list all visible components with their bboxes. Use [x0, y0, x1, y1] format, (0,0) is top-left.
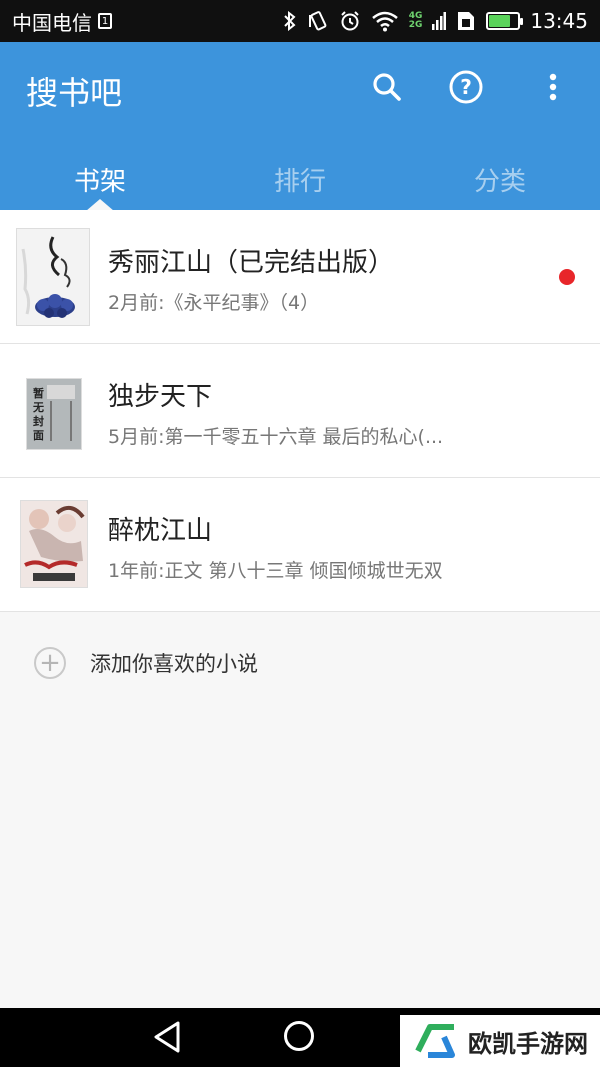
- bluetooth-icon: [283, 11, 297, 31]
- add-glyph: +: [39, 648, 61, 678]
- home-button[interactable]: [284, 1021, 314, 1051]
- battery-fill: [489, 15, 511, 27]
- sim-label: 1: [101, 15, 109, 27]
- more-options-button[interactable]: [528, 62, 578, 112]
- book-item[interactable]: 秀丽江山（已完结出版） 2月前:《永平纪事》（4）: [0, 210, 600, 344]
- book-item[interactable]: 暂 无 封 面 独步天下 5月前:第一千零五十六章 最后的私心(...: [0, 344, 600, 478]
- watermark-label: 欧凯手游网: [468, 1029, 588, 1058]
- battery-icon: [486, 12, 524, 30]
- search-button[interactable]: [362, 62, 412, 112]
- cover-placeholder-line-1: 暂: [33, 386, 44, 400]
- book-cover: [20, 500, 88, 588]
- update-indicator-dot: [559, 269, 575, 285]
- carrier-label: 中国电信: [12, 10, 92, 35]
- add-novel-label: 添加你喜欢的小说: [90, 652, 258, 676]
- help-glyph: ?: [460, 75, 472, 99]
- cover-placeholder-line-4: 面: [33, 429, 44, 442]
- tab-category[interactable]: 分类: [400, 148, 600, 210]
- book-title: 独步天下: [108, 382, 213, 412]
- alarm-icon: [339, 10, 361, 32]
- more-vert-icon: [549, 73, 557, 101]
- bookshelf-list: 秀丽江山（已完结出版） 2月前:《永平纪事》（4） 暂 无 封 面 独步天下 5…: [0, 210, 600, 716]
- back-triangle-icon: [154, 1021, 180, 1053]
- cover-placeholder-line-3: 封: [33, 414, 44, 428]
- help-icon: ?: [449, 70, 483, 104]
- add-circle-icon: +: [34, 647, 66, 679]
- help-button[interactable]: ?: [441, 62, 491, 112]
- tab-ranking[interactable]: 排行: [200, 148, 400, 210]
- book-cover: [16, 228, 90, 326]
- network-2g-label: 2G: [408, 20, 423, 30]
- add-novel-button[interactable]: + 添加你喜欢的小说: [0, 612, 600, 716]
- app-bar: 搜书吧 ? 书架 排行 分类: [0, 42, 600, 211]
- watermark: 欧凯手游网: [400, 1015, 600, 1067]
- wifi-icon: [371, 10, 399, 32]
- book-item[interactable]: 醉枕江山 1年前:正文 第八十三章 倾国倾城世无双: [0, 478, 600, 612]
- status-left: 中国电信 1: [12, 7, 112, 36]
- watermark-logo-icon: [415, 1024, 455, 1058]
- back-button[interactable]: [152, 1020, 182, 1058]
- book-latest-chapter: 1年前:正文 第八十三章 倾国倾城世无双: [108, 560, 443, 582]
- status-right: 4G 2G 13:45: [283, 9, 588, 33]
- app-title: 搜书吧: [26, 74, 123, 112]
- status-bar: 中国电信 1 4G 2G 13:45: [0, 0, 600, 42]
- clock-label: 13:45: [530, 9, 588, 33]
- search-icon: [373, 73, 401, 101]
- vibrate-icon: [307, 10, 329, 32]
- sim-indicator-icon: 1: [98, 13, 112, 29]
- sim-icon: [456, 10, 476, 32]
- book-title: 醉枕江山: [108, 516, 213, 546]
- book-title: 秀丽江山（已完结出版）: [108, 248, 395, 278]
- book-latest-chapter: 5月前:第一千零五十六章 最后的私心(...: [108, 426, 444, 448]
- network-type-icon: 4G 2G: [409, 12, 423, 30]
- tab-bar: 书架 排行 分类: [0, 148, 600, 211]
- book-latest-chapter: 2月前:《永平纪事》（4）: [108, 292, 320, 314]
- cover-placeholder-line-2: 无: [32, 401, 44, 414]
- signal-icon: [432, 10, 447, 32]
- book-cover: 暂 无 封 面: [26, 378, 82, 450]
